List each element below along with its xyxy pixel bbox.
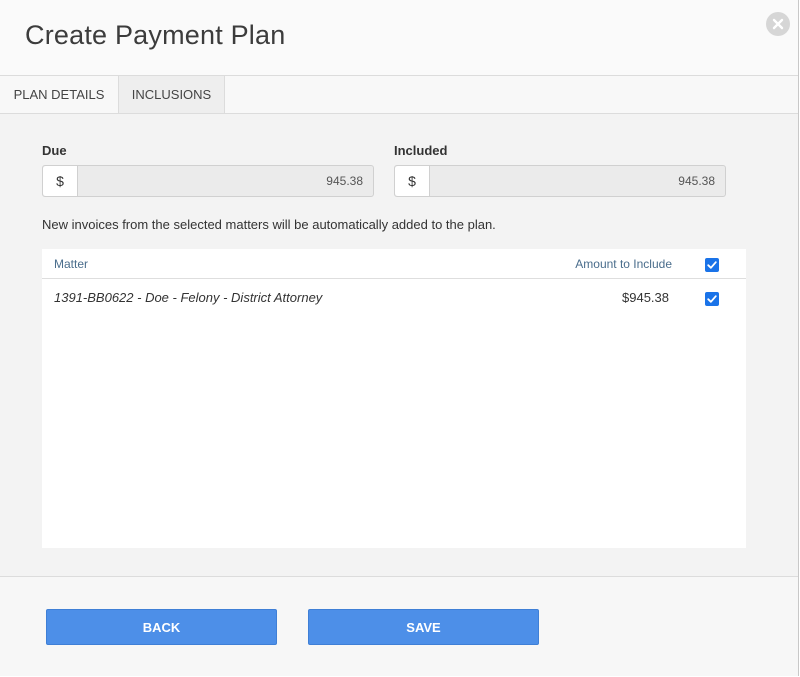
select-all-checkbox[interactable] xyxy=(705,258,719,272)
checkmark-icon xyxy=(707,295,717,303)
due-field[interactable]: $ 945.38 xyxy=(42,165,374,197)
tab-bar: PLAN DETAILS INCLUSIONS xyxy=(0,76,798,114)
tab-plan-details[interactable]: PLAN DETAILS xyxy=(0,76,118,113)
included-value: 945.38 xyxy=(678,174,715,188)
included-currency-addon: $ xyxy=(395,166,430,196)
save-button[interactable]: SAVE xyxy=(308,609,539,645)
payment-plan-dialog: Create Payment Plan PLAN DETAILS INCLUSI… xyxy=(0,0,799,676)
column-header-amount: Amount to Include xyxy=(575,257,672,271)
close-icon xyxy=(772,18,784,30)
row-include-checkbox[interactable] xyxy=(705,292,719,306)
close-button[interactable] xyxy=(766,12,790,36)
tab-inclusions[interactable]: INCLUSIONS xyxy=(118,76,225,113)
row-matter-name: 1391-BB0622 - Doe - Felony - District At… xyxy=(54,290,323,305)
table-header: Matter Amount to Include xyxy=(42,249,746,279)
due-value: 945.38 xyxy=(326,174,363,188)
dialog-title: Create Payment Plan xyxy=(25,20,286,50)
dialog-header: Create Payment Plan xyxy=(0,0,798,76)
back-button[interactable]: BACK xyxy=(46,609,277,645)
matters-table: Matter Amount to Include 1391-BB0622 - D… xyxy=(42,249,746,548)
due-currency-addon: $ xyxy=(43,166,78,196)
included-label: Included xyxy=(394,143,448,158)
dialog-footer: BACK SAVE xyxy=(0,576,798,676)
included-field[interactable]: $ 945.38 xyxy=(394,165,726,197)
checkmark-icon xyxy=(707,261,717,269)
auto-add-note: New invoices from the selected matters w… xyxy=(42,217,496,232)
column-header-matter: Matter xyxy=(54,257,89,271)
row-amount: $945.38 xyxy=(622,290,669,305)
due-label: Due xyxy=(42,143,67,158)
